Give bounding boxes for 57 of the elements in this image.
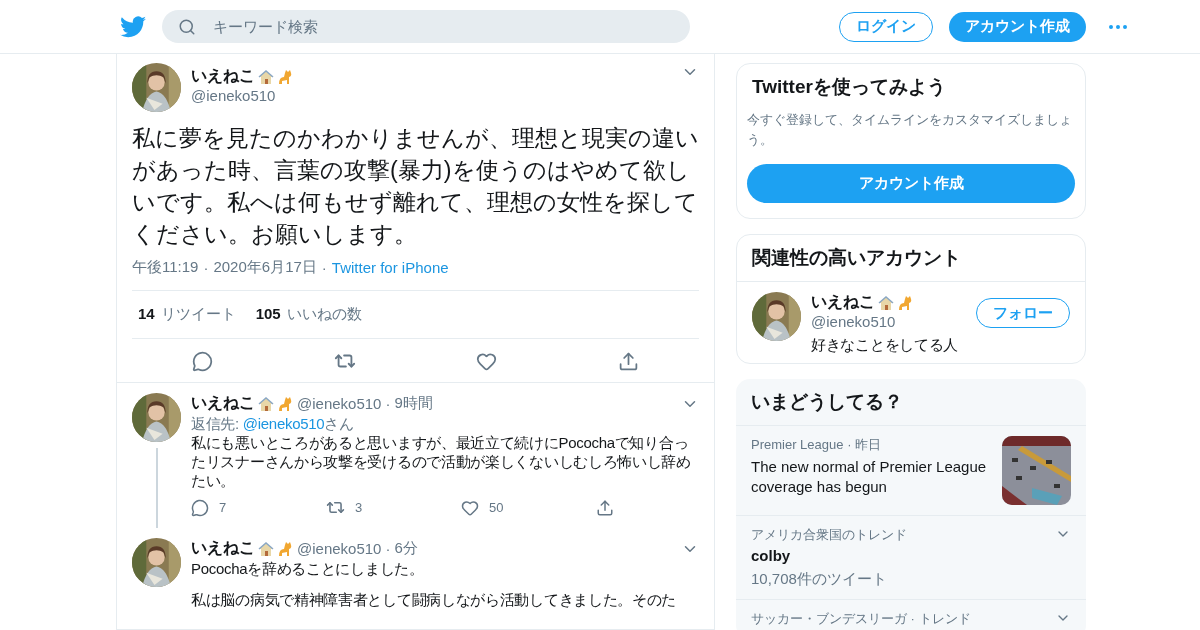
source-link[interactable]: Twitter for iPhone — [331, 259, 449, 276]
card-title: 関連性の高いアカウント — [751, 246, 962, 270]
tweet-text: 私にも悪いところがあると思いますが、最近立て続けにPocochaで知り合ったリスナーさんから攻撃を受けるので活動が楽しくないしむしろ怖いし辞めたい。 — [191, 433, 692, 490]
card-title: Twitterを使ってみよう — [751, 75, 947, 99]
trend-item[interactable]: サッカー・ブンデスリーガ · トレンド — [736, 598, 1086, 630]
tweet-time: 午後11:19 — [132, 258, 199, 277]
tweet-text: Pocochaを辞めることにしました。 — [191, 559, 425, 578]
separator-dot: · — [203, 259, 209, 276]
cat-icon — [277, 68, 293, 85]
cat-icon — [897, 294, 913, 311]
stat-count[interactable]: 105 いいねの数 — [255, 305, 362, 324]
user-handle: @ieneko510 — [191, 87, 277, 104]
stat-count[interactable]: 14 リツイート — [138, 305, 236, 324]
like-icon — [461, 498, 479, 517]
house-icon — [878, 294, 894, 311]
user-handle: @ieneko510 — [297, 395, 382, 412]
trend-item[interactable]: Premier League · 昨日 The new normal of Premier League coverage has begun — [736, 425, 1086, 515]
share-icon[interactable] — [596, 498, 614, 517]
signup-button[interactable]: アカウント作成 — [747, 164, 1075, 203]
mention-link[interactable]: @ieneko510 — [242, 415, 325, 432]
house-icon — [258, 68, 274, 85]
signup-button[interactable]: アカウント作成 — [949, 11, 1086, 42]
card-description: 今すぐ登録して、タイムラインをカスタマイズしましょう。 — [746, 111, 1073, 149]
share-icon[interactable] — [617, 350, 639, 372]
cat-icon — [277, 540, 293, 557]
tweet-age: 6分 — [394, 539, 418, 558]
tweet-date: 2020年6月17日 — [213, 258, 317, 277]
reply-count-button[interactable]: 7 — [191, 498, 326, 517]
user-name: いえねこ — [191, 538, 255, 558]
user-name: いえねこ — [811, 292, 875, 312]
house-icon — [258, 540, 274, 557]
tweet-age: 9時間 — [394, 394, 433, 413]
tweet-text: 私に夢を見たのかわかりませんが、理想と現実の違いがあった時、言葉の攻撃(暴力)を使うのはやめて欲しいです。私へは何もせず離れて、理想の女性を探してください。お願いします。 — [132, 124, 700, 249]
house-icon — [258, 395, 274, 412]
cat-icon — [277, 395, 293, 412]
reply-to-text: 返信先: @ieneko510さん — [191, 414, 355, 433]
reply-icon[interactable] — [192, 350, 213, 372]
follow-button[interactable]: フォロー — [976, 298, 1070, 328]
user-handle: @ieneko510 — [811, 313, 897, 330]
search-field[interactable]: キーワード検索 — [162, 10, 690, 43]
trend-meta: Premier League · 昨日 — [751, 436, 883, 454]
card-title: いまどうしてる？ — [750, 390, 904, 414]
separator-dot: · — [321, 259, 327, 276]
tweet-text: 私は脳の病気で精神障害者として闘病しながら活動してきました。そのた — [191, 590, 678, 609]
reply-icon — [191, 498, 209, 517]
user-bio: 好きなことをしてる人 — [811, 335, 959, 354]
search-icon — [178, 18, 196, 36]
like-count-button[interactable]: 50 — [461, 498, 596, 517]
trend-item[interactable]: アメリカ合衆国のトレンド colby 10,708件のツイート — [736, 515, 1086, 599]
retweet-count-button[interactable]: 3 — [326, 498, 461, 517]
bird-logo-icon[interactable] — [120, 15, 146, 38]
separator-dot: · — [385, 540, 391, 557]
login-button[interactable]: ログイン — [839, 11, 933, 42]
user-name: いえねこ — [191, 393, 255, 413]
separator-dot: · — [385, 395, 391, 412]
user-name: いえねこ — [191, 66, 255, 86]
user-handle: @ieneko510 — [297, 540, 382, 557]
